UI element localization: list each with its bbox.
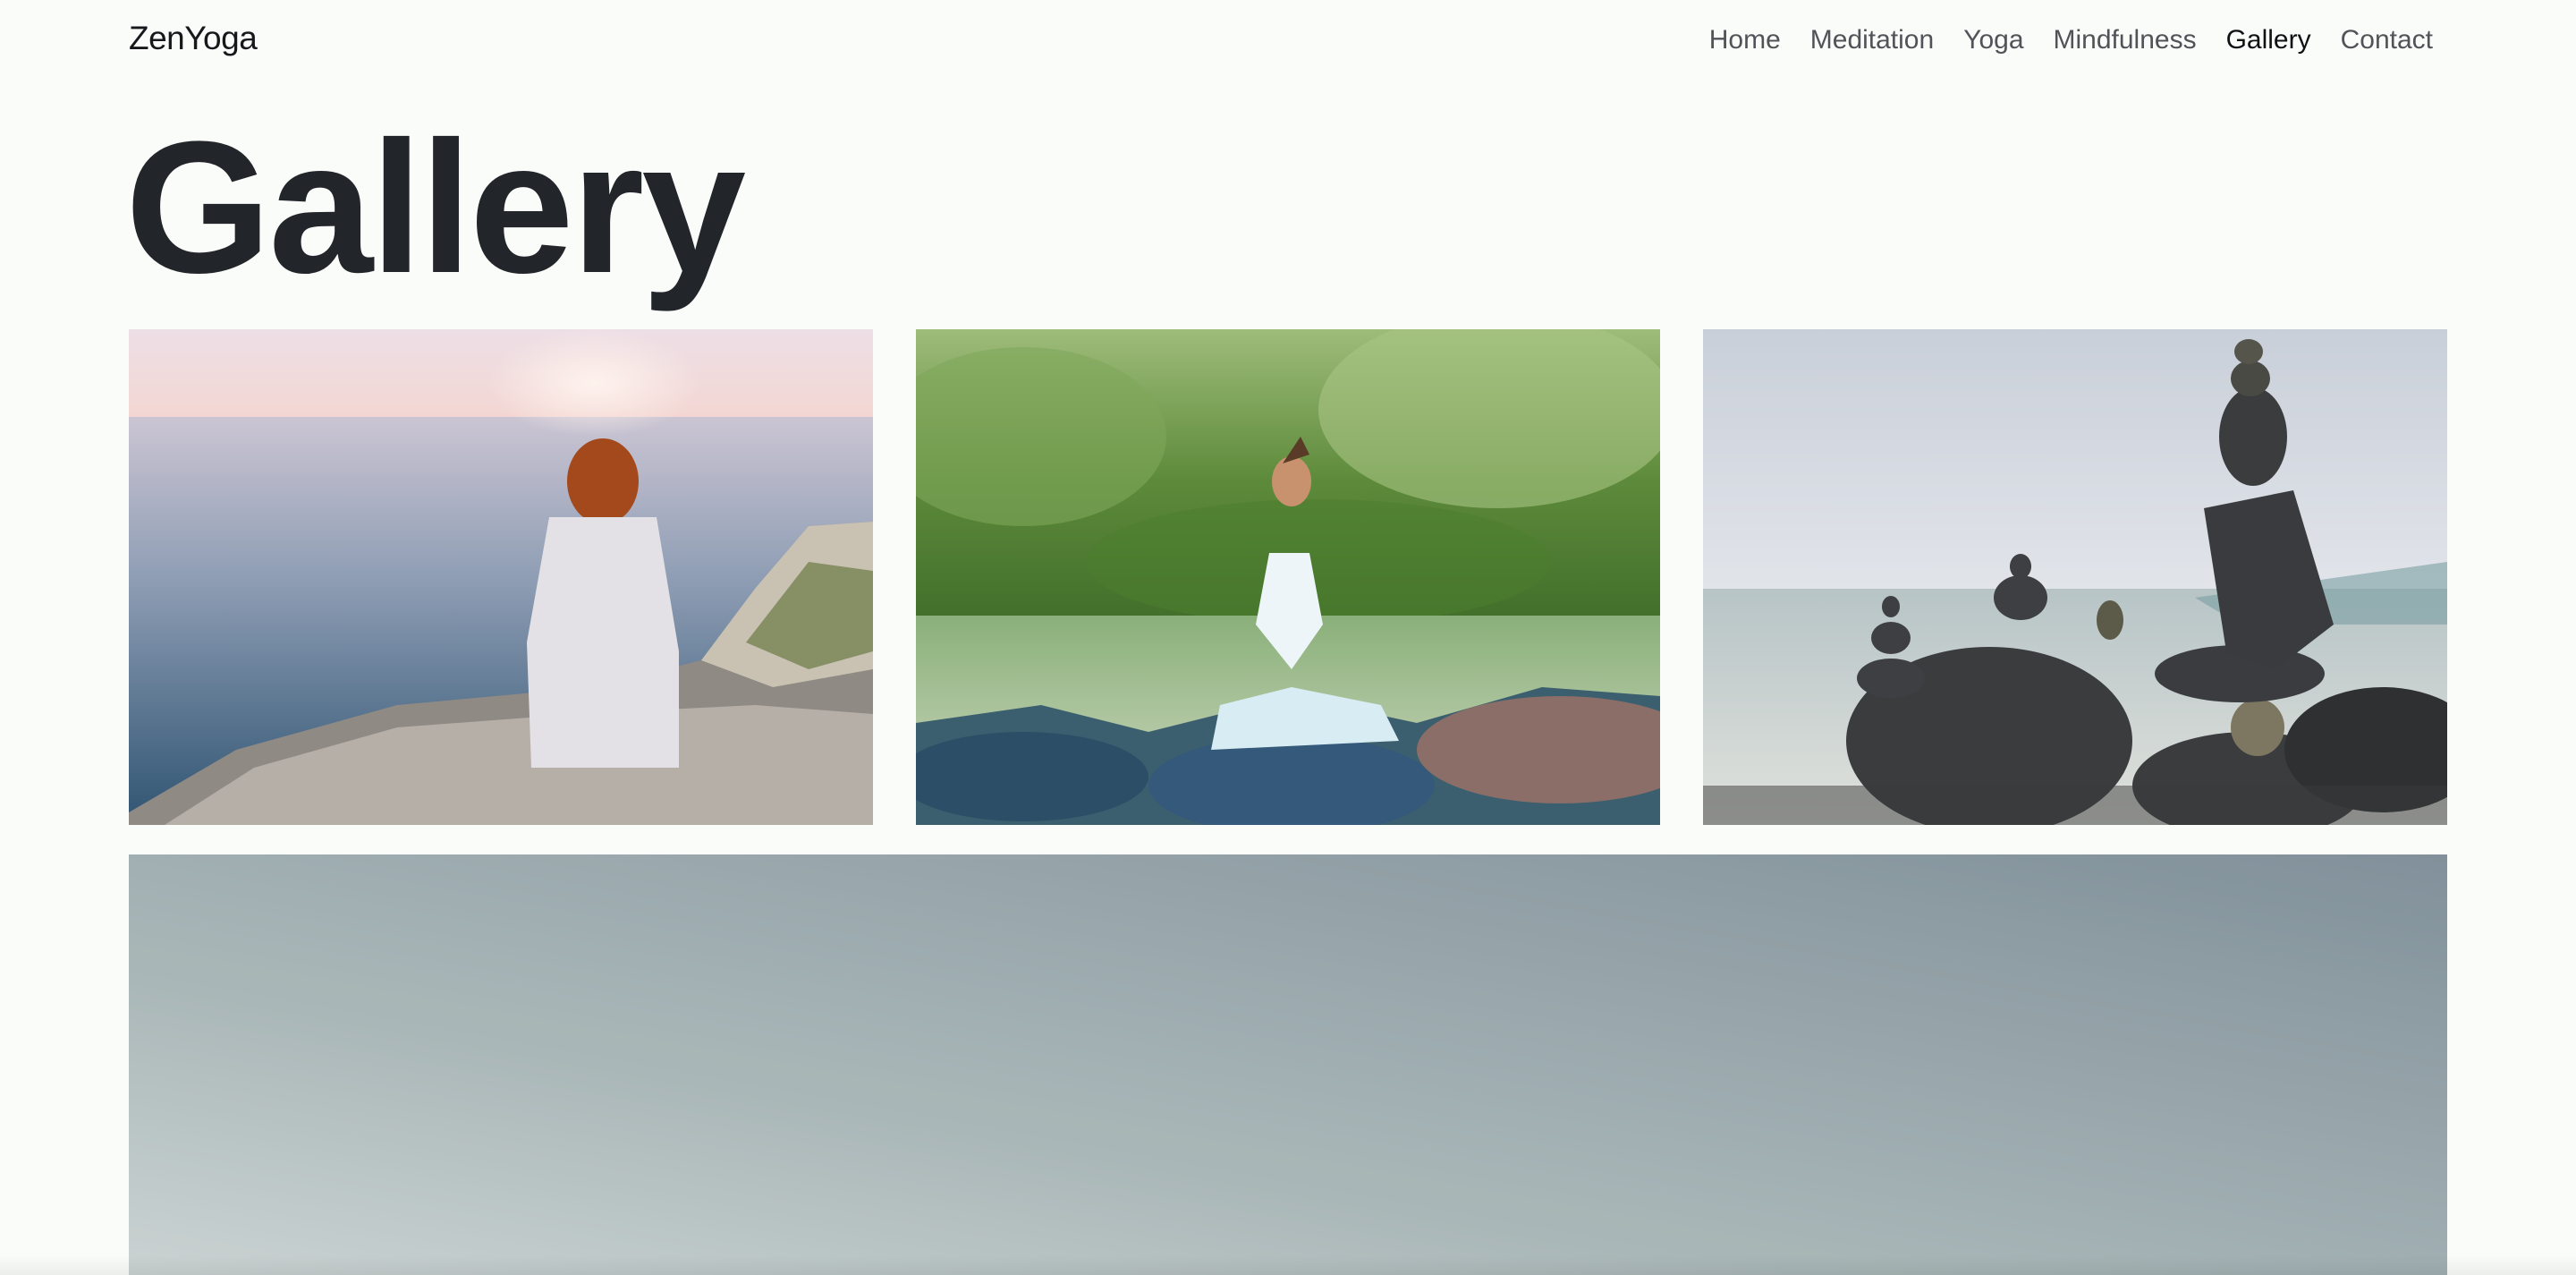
nav-item-gallery[interactable]: Gallery bbox=[2226, 25, 2311, 55]
nav-item-contact[interactable]: Contact bbox=[2341, 25, 2433, 55]
gallery-image-stacked-stones[interactable] bbox=[1703, 329, 2447, 825]
main-nav: Home Meditation Yoga Mindfulness Gallery… bbox=[1709, 25, 2433, 55]
gallery-image-river-yoga[interactable] bbox=[916, 329, 1660, 825]
page-title: Gallery bbox=[125, 102, 746, 312]
nav-item-mindfulness[interactable]: Mindfulness bbox=[2054, 25, 2197, 55]
nav-item-home[interactable]: Home bbox=[1709, 25, 1781, 55]
nav-item-yoga[interactable]: Yoga bbox=[1963, 25, 2023, 55]
gallery-image-sea-cliff[interactable] bbox=[129, 329, 873, 825]
site-header: ZenYoga Home Meditation Yoga Mindfulness… bbox=[0, 0, 2576, 86]
gallery-image-misty-landscape[interactable] bbox=[129, 854, 2447, 1275]
brand-logo[interactable]: ZenYoga bbox=[129, 20, 258, 57]
nav-item-meditation[interactable]: Meditation bbox=[1810, 25, 1934, 55]
